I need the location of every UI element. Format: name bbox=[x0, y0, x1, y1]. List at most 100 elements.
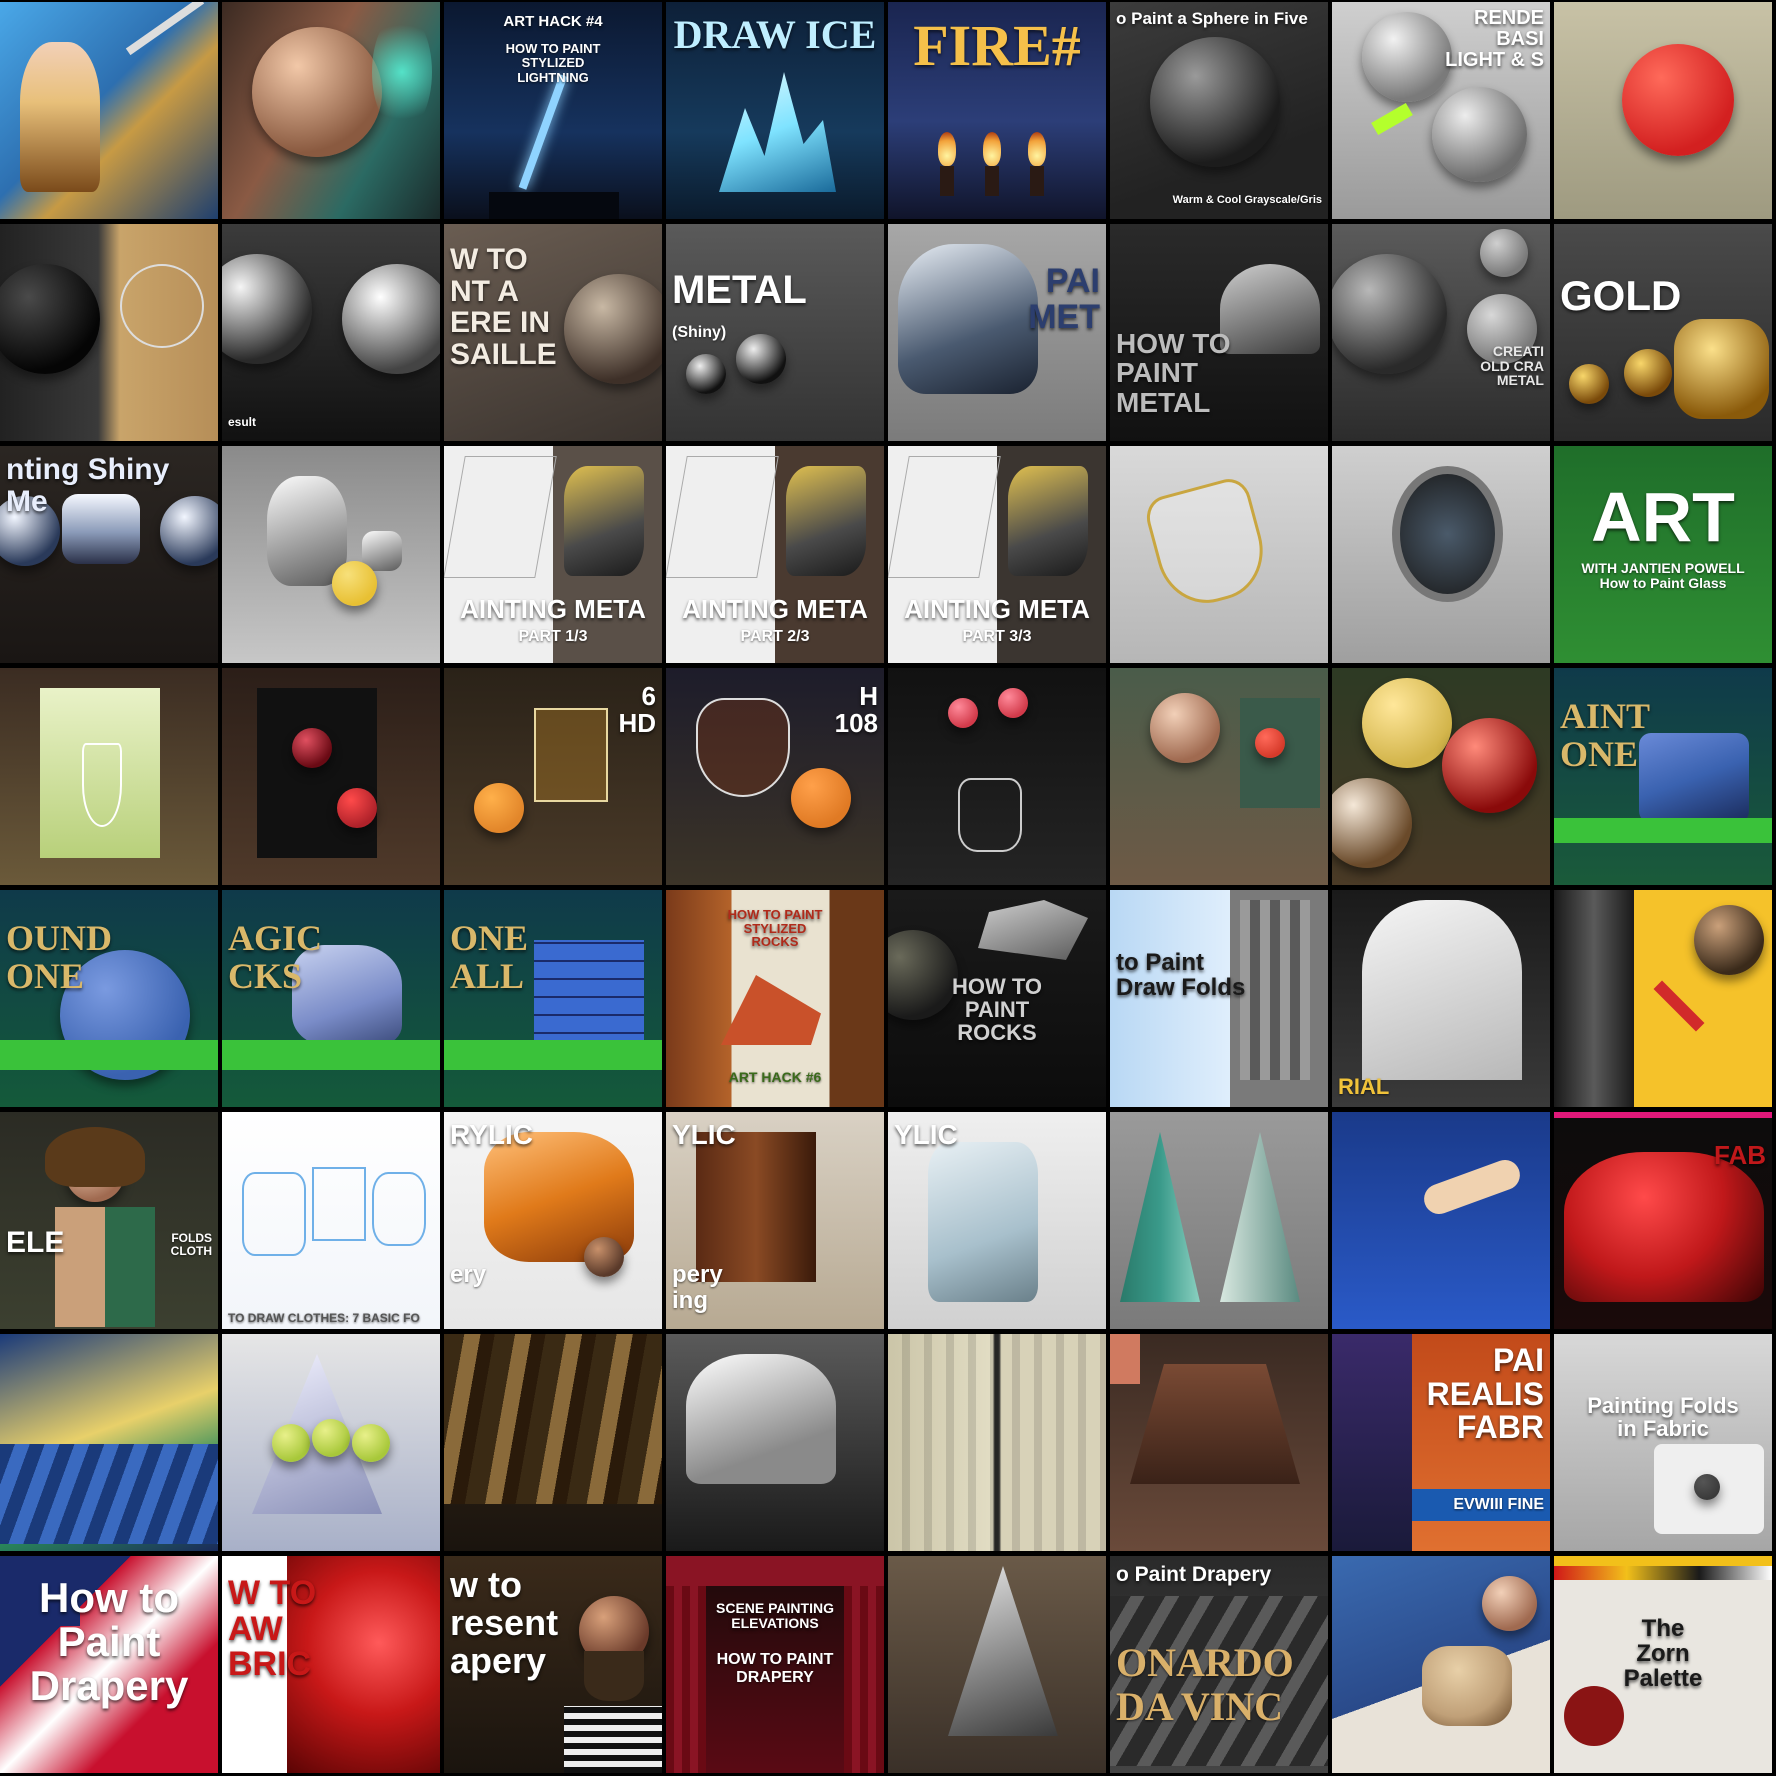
candle-flame bbox=[938, 132, 956, 166]
video-thumbnail[interactable] bbox=[666, 1334, 884, 1551]
video-thumbnail[interactable]: FIRE# bbox=[888, 2, 1106, 219]
video-thumbnail[interactable]: AINTING META PART 3/3 bbox=[888, 446, 1106, 663]
video-thumbnail[interactable]: DRAW ICE bbox=[666, 2, 884, 219]
video-thumbnail[interactable]: YLIC bbox=[888, 1112, 1106, 1329]
video-thumbnail[interactable]: CREATI OLD CRA METAL bbox=[1332, 224, 1550, 441]
video-thumbnail[interactable] bbox=[0, 224, 218, 441]
gold-bowl bbox=[1674, 319, 1769, 419]
drape bbox=[1130, 1364, 1300, 1484]
video-thumbnail[interactable] bbox=[888, 1556, 1106, 1773]
video-thumbnail[interactable] bbox=[1110, 1334, 1328, 1551]
video-thumbnail[interactable]: HOW TO PAINT METAL bbox=[1110, 224, 1328, 441]
video-thumbnail[interactable] bbox=[444, 1334, 662, 1551]
video-thumbnail[interactable]: YLIC pery ing bbox=[666, 1112, 884, 1329]
video-thumbnail[interactable]: FAB bbox=[1554, 1112, 1772, 1329]
video-thumbnail[interactable]: AINTING META PART 1/3 bbox=[444, 446, 662, 663]
video-thumbnail[interactable]: o Paint Drapery ONARDO DA VINC bbox=[1110, 1556, 1328, 1773]
video-thumbnail[interactable] bbox=[222, 668, 440, 885]
video-thumbnail[interactable]: The Zorn Palette bbox=[1554, 1556, 1772, 1773]
video-thumbnail[interactable] bbox=[1332, 668, 1550, 885]
video-thumbnail[interactable] bbox=[0, 2, 218, 219]
video-thumbnail[interactable]: H 108 bbox=[666, 668, 884, 885]
thumbnail-title: HOW TO PAINT ROCKS bbox=[951, 974, 1043, 1046]
canvas bbox=[40, 688, 160, 858]
video-thumbnail[interactable]: Painting Folds in Fabric bbox=[1554, 1334, 1772, 1551]
thumbnail-title: o Paint a Sphere in Five bbox=[1116, 9, 1308, 28]
stone-block bbox=[1639, 733, 1749, 823]
thumbnail-subtitle: HOW TO PAINT DRAPERY bbox=[716, 1651, 834, 1686]
video-thumbnail[interactable]: to Paint Draw Folds bbox=[1110, 890, 1328, 1107]
red-rock bbox=[721, 975, 821, 1045]
grass bbox=[1554, 818, 1772, 843]
video-thumbnail[interactable]: AGIC CKS bbox=[222, 890, 440, 1107]
video-thumbnail[interactable]: How to Paint Drapery bbox=[0, 1556, 218, 1773]
video-thumbnail[interactable]: METAL (Shiny) bbox=[666, 224, 884, 441]
face bbox=[1482, 1576, 1537, 1631]
video-thumbnail[interactable]: OUND ONE bbox=[0, 890, 218, 1107]
video-thumbnail[interactable]: ART HACK #4 HOW TO PAINT STYLIZED LIGHTNI… bbox=[444, 2, 662, 219]
thumbnail-title: ELE bbox=[6, 1226, 65, 1259]
thumbnail-title: to Paint Draw Folds bbox=[1116, 949, 1246, 1002]
video-thumbnail[interactable] bbox=[1332, 446, 1550, 663]
video-thumbnail[interactable] bbox=[222, 2, 440, 219]
video-thumbnail[interactable]: RYLIC ery bbox=[444, 1112, 662, 1329]
video-thumbnail[interactable]: ONE ALL bbox=[444, 890, 662, 1107]
face bbox=[579, 1596, 649, 1666]
sketch bbox=[312, 1167, 366, 1241]
creamer bbox=[362, 531, 402, 571]
video-thumbnail[interactable]: ART WITH JANTIEN POWELL How to Paint Glas… bbox=[1554, 446, 1772, 663]
video-thumbnail[interactable]: ELE FOLDS CLOTH bbox=[0, 1112, 218, 1329]
video-thumbnail[interactable]: AINTING META PART 2/3 bbox=[666, 446, 884, 663]
video-thumbnail[interactable] bbox=[888, 668, 1106, 885]
candle-flame bbox=[983, 132, 1001, 166]
ornament bbox=[1362, 678, 1452, 768]
video-thumbnail[interactable]: nting Shiny Me bbox=[0, 446, 218, 663]
video-thumbnail[interactable] bbox=[1554, 890, 1772, 1107]
video-thumbnail[interactable] bbox=[1110, 1112, 1328, 1329]
video-thumbnail[interactable]: PAI REALIS FABR EVWIII FINE bbox=[1332, 1334, 1550, 1551]
blue-band bbox=[1402, 1489, 1550, 1521]
video-thumbnail[interactable]: esult bbox=[222, 224, 440, 441]
curtain-right bbox=[844, 1556, 884, 1773]
sphere-shape bbox=[686, 354, 726, 394]
candle bbox=[1030, 166, 1044, 196]
chrome-cube bbox=[62, 494, 140, 564]
video-thumbnail[interactable]: HOW TO PAINT STYLIZED ROCKS ART HACK #6 bbox=[666, 890, 884, 1107]
video-thumbnail[interactable]: w to resent apery bbox=[444, 1556, 662, 1773]
paint-blob bbox=[1564, 1686, 1624, 1746]
video-thumbnail[interactable]: W TO NT A ERE IN SAILLE bbox=[444, 224, 662, 441]
video-thumbnail[interactable]: AINT ONE bbox=[1554, 668, 1772, 885]
video-thumbnail[interactable]: PAI MET bbox=[888, 224, 1106, 441]
thumbnail-title: nting Shiny Me bbox=[6, 453, 170, 518]
thumbnail-title: 6 HD bbox=[618, 681, 656, 739]
video-thumbnail[interactable] bbox=[222, 446, 440, 663]
video-thumbnail[interactable]: GOLD bbox=[1554, 224, 1772, 441]
video-thumbnail[interactable] bbox=[888, 1334, 1106, 1551]
face bbox=[584, 1237, 624, 1277]
thumbnail-title: AINTING META bbox=[904, 594, 1090, 624]
video-thumbnail[interactable]: TO DRAW CLOTHES: 7 BASIC FO bbox=[222, 1112, 440, 1329]
rock bbox=[978, 900, 1088, 960]
video-thumbnail[interactable]: HOW TO PAINT ROCKS bbox=[888, 890, 1106, 1107]
brick-wall bbox=[534, 940, 644, 1050]
video-thumbnail[interactable]: SCENE PAINTING ELEVATIONS HOW TO PAINT DR… bbox=[666, 1556, 884, 1773]
video-thumbnail[interactable]: o Paint a Sphere in Five Warm & Cool Gray… bbox=[1110, 2, 1328, 219]
sphere-shape bbox=[1480, 229, 1528, 277]
video-thumbnail[interactable] bbox=[0, 1334, 218, 1551]
magic-rock bbox=[292, 945, 402, 1045]
video-thumbnail[interactable] bbox=[0, 668, 218, 885]
thumbnail-title: o Paint Drapery bbox=[1116, 1563, 1272, 1586]
video-thumbnail[interactable] bbox=[1554, 2, 1772, 219]
rose bbox=[337, 788, 377, 828]
video-thumbnail[interactable] bbox=[1332, 1112, 1550, 1329]
thumbnail-subtitle: Warm & Cool Grayscale/Gris bbox=[1172, 194, 1322, 206]
video-thumbnail[interactable] bbox=[1110, 668, 1328, 885]
video-thumbnail[interactable]: 6 HD bbox=[444, 668, 662, 885]
video-thumbnail[interactable] bbox=[1110, 446, 1328, 663]
video-thumbnail[interactable]: W TO AW BRIC bbox=[222, 1556, 440, 1773]
video-thumbnail[interactable]: RENDE BASI LIGHT & S bbox=[1332, 2, 1550, 219]
thumbnail-subtitle: HOW TO PAINT STYLIZED LIGHTNING bbox=[505, 41, 601, 85]
video-thumbnail[interactable] bbox=[222, 1334, 440, 1551]
video-thumbnail[interactable] bbox=[1332, 1556, 1550, 1773]
video-thumbnail[interactable]: RIAL bbox=[1332, 890, 1550, 1107]
